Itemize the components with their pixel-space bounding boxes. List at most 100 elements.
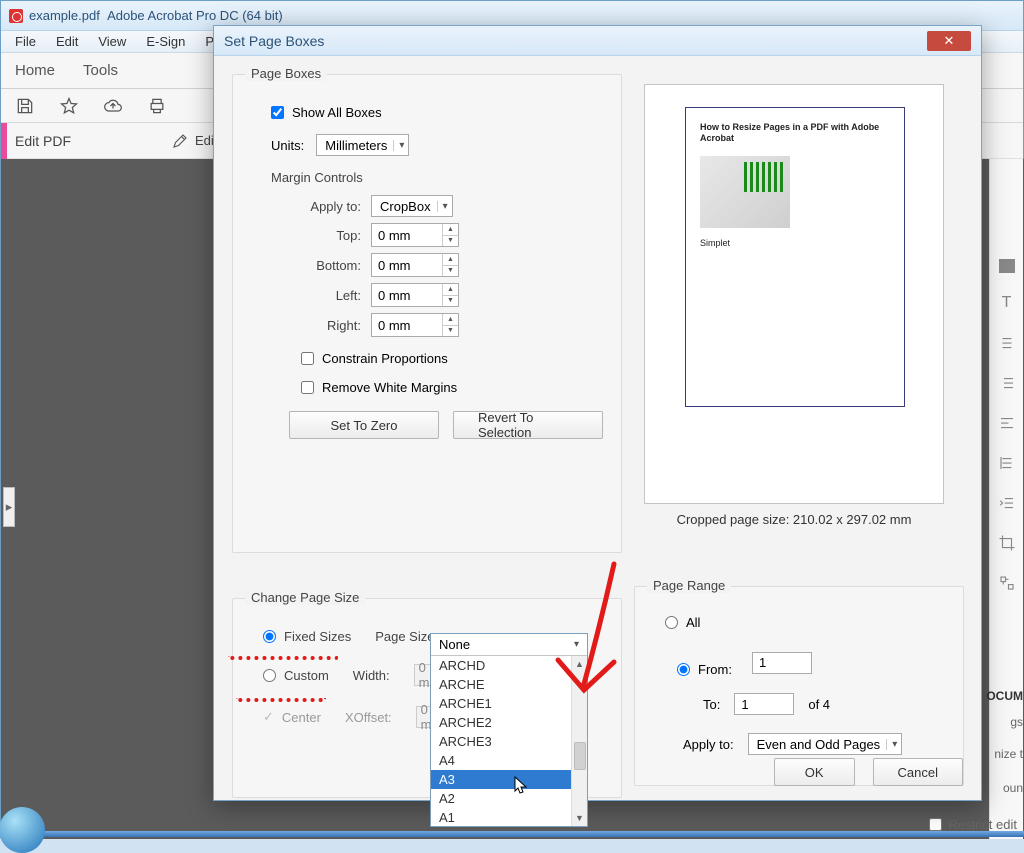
option-arche[interactable]: ARCHE [431, 675, 587, 694]
align-left-icon[interactable] [997, 413, 1017, 433]
of-pages-label: of 4 [808, 697, 830, 712]
chevron-down-icon: ▾ [574, 639, 579, 650]
transform-icon[interactable] [997, 573, 1017, 593]
option-a4[interactable]: A4 [431, 751, 587, 770]
restrict-edit-checkbox[interactable]: Restrict edit [929, 817, 1017, 832]
truncated-text-3: oun [1003, 781, 1023, 795]
from-radio[interactable]: From: [677, 662, 732, 677]
set-to-zero-button[interactable]: Set To Zero [289, 411, 439, 439]
close-icon[interactable]: ✕ [927, 31, 971, 51]
cancel-button[interactable]: Cancel [873, 758, 963, 786]
page-sizes-selected[interactable]: None▾ [431, 634, 587, 656]
show-all-boxes-checkbox[interactable]: Show All Boxes [271, 105, 603, 120]
menu-edit[interactable]: Edit [48, 32, 86, 51]
option-arche1[interactable]: ARCHE1 [431, 694, 587, 713]
page-sizes-dropdown[interactable]: None▾ ARCHD ARCHE ARCHE1 ARCHE2 ARCHE3 A… [430, 633, 588, 827]
page-boxes-group: Page Boxes Show All Boxes Units: Millime… [232, 74, 622, 553]
spin-down-icon[interactable]: ▼ [443, 236, 458, 247]
units-label: Units: [271, 138, 304, 153]
apply-to-range-label: Apply to: [683, 737, 734, 752]
menu-view[interactable]: View [90, 32, 134, 51]
revert-to-selection-button[interactable]: Revert To Selection [453, 411, 603, 439]
chevron-down-icon: ▾ [393, 140, 404, 151]
truncated-text-2: nize t [994, 747, 1023, 761]
scroll-thumb[interactable] [574, 742, 586, 770]
bottom-input[interactable]: ▲▼ [371, 253, 459, 277]
preview-doc-title: How to Resize Pages in a PDF with Adobe … [700, 122, 890, 144]
preview-doc-caption: Simplet [700, 238, 890, 248]
spin-up-icon[interactable]: ▲ [443, 314, 458, 326]
tab-home[interactable]: Home [15, 62, 55, 79]
center-checkbox: ✓Center [263, 709, 321, 725]
set-page-boxes-dialog: Set Page Boxes ✕ Page Boxes Show All Box… [213, 25, 982, 801]
spin-down-icon[interactable]: ▼ [443, 296, 458, 307]
tab-tools[interactable]: Tools [83, 62, 118, 79]
preview-page: How to Resize Pages in a PDF with Adobe … [685, 107, 905, 407]
right-label: Right: [301, 318, 361, 333]
dialog-title: Set Page Boxes [224, 33, 324, 49]
all-radio[interactable]: All [665, 615, 945, 630]
right-input[interactable]: ▲▼ [371, 313, 459, 337]
numbered-list-icon[interactable] [997, 373, 1017, 393]
text-icon[interactable]: T [997, 293, 1017, 313]
star-icon[interactable] [59, 96, 79, 116]
option-arche3[interactable]: ARCHE3 [431, 732, 587, 751]
cloud-upload-icon[interactable] [103, 96, 123, 116]
left-panel-expand[interactable]: ▸ [3, 487, 15, 527]
dialog-titlebar[interactable]: Set Page Boxes ✕ [214, 26, 981, 56]
constrain-proportions-checkbox[interactable]: Constrain Proportions [301, 351, 603, 366]
taskbar [1, 831, 1024, 837]
spin-up-icon[interactable]: ▲ [443, 224, 458, 236]
swatch-icon[interactable] [999, 259, 1015, 273]
save-icon[interactable] [15, 96, 35, 116]
indent-icon[interactable] [997, 493, 1017, 513]
spin-down-icon[interactable]: ▼ [443, 326, 458, 337]
preview-image [700, 156, 790, 228]
custom-radio[interactable]: Custom [263, 668, 329, 683]
dropdown-scrollbar[interactable]: ▲ ▼ [571, 656, 587, 826]
chevron-down-icon: ▾ [437, 201, 448, 212]
ok-button[interactable]: OK [774, 758, 855, 786]
menu-file[interactable]: File [7, 32, 44, 51]
spin-down-icon[interactable]: ▼ [443, 266, 458, 277]
to-input[interactable] [734, 693, 794, 715]
option-archd[interactable]: ARCHD [431, 656, 587, 675]
option-a3[interactable]: A3 [431, 770, 587, 789]
top-input[interactable]: ▲▼ [371, 223, 459, 247]
list-icon[interactable] [997, 333, 1017, 353]
spin-up-icon[interactable]: ▲ [443, 254, 458, 266]
truncated-heading: OCUM [986, 689, 1023, 703]
spacing-icon[interactable] [997, 453, 1017, 473]
page-boxes-title: Page Boxes [245, 66, 327, 81]
scroll-up-icon[interactable]: ▲ [572, 656, 587, 672]
option-a2[interactable]: A2 [431, 789, 587, 808]
units-dropdown[interactable]: Millimeters▾ [316, 134, 409, 156]
right-toolbar: T [989, 159, 1023, 839]
apply-to-label: Apply to: [301, 199, 361, 214]
from-input[interactable] [752, 652, 812, 674]
edit-button[interactable]: Edit [171, 132, 217, 150]
scroll-down-icon[interactable]: ▼ [572, 810, 587, 826]
start-orb-icon[interactable] [0, 807, 45, 853]
menu-esign[interactable]: E-Sign [138, 32, 193, 51]
xoffset-label: XOffset: [345, 710, 392, 725]
to-label: To: [703, 697, 720, 712]
left-input[interactable]: ▲▼ [371, 283, 459, 307]
page-sizes-listbox[interactable]: ARCHD ARCHE ARCHE1 ARCHE2 ARCHE3 A4 A3 A… [431, 656, 587, 826]
spin-up-icon[interactable]: ▲ [443, 284, 458, 296]
crop-icon[interactable] [997, 533, 1017, 553]
chevron-down-icon: ▾ [886, 739, 897, 750]
apply-to-dropdown[interactable]: CropBox▾ [371, 195, 453, 217]
option-a1[interactable]: A1 [431, 808, 587, 826]
page-preview: How to Resize Pages in a PDF with Adobe … [644, 84, 944, 504]
remove-white-margins-checkbox[interactable]: Remove White Margins [301, 380, 603, 395]
editpdf-label: Edit PDF [15, 133, 71, 149]
top-label: Top: [301, 228, 361, 243]
print-icon[interactable] [147, 96, 167, 116]
option-arche2[interactable]: ARCHE2 [431, 713, 587, 732]
apply-to-range-dropdown[interactable]: Even and Odd Pages▾ [748, 733, 903, 755]
page-range-title: Page Range [647, 578, 731, 593]
fixed-sizes-radio[interactable]: Fixed Sizes [263, 629, 351, 644]
truncated-text-1: gs [1010, 715, 1023, 729]
cropped-page-size-label: Cropped page size: 210.02 x 297.02 mm [644, 512, 944, 527]
